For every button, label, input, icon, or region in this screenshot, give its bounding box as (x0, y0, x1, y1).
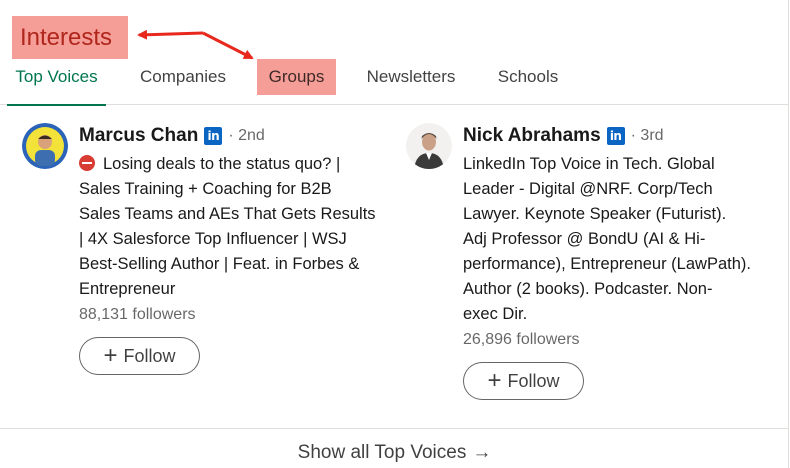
linkedin-icon: in (204, 127, 223, 145)
follower-count: 26,896 followers (463, 331, 580, 348)
show-all-top-voices-link[interactable]: Show all Top Voices → (0, 428, 789, 468)
follow-button[interactable]: + Follow (463, 362, 584, 400)
tab-groups[interactable]: Groups (257, 59, 336, 95)
person-name[interactable]: Nick Abrahams (463, 125, 601, 147)
interests-card: Interests Top Voices Companies Groups Ne… (0, 0, 789, 468)
annotation-arrow-left (137, 29, 204, 40)
tab-newsletters[interactable]: Newsletters (356, 59, 466, 105)
connection-degree: · 2nd (228, 127, 265, 144)
section-title: Interests (12, 16, 128, 59)
tab-companies[interactable]: Companies (128, 59, 238, 105)
follower-count: 88,131 followers (79, 306, 196, 323)
avatar[interactable] (406, 123, 452, 169)
connection-degree: · 3rd (630, 127, 664, 144)
person-info: Nick Abrahams in · 3rd LinkedIn Top Voic… (463, 120, 773, 352)
interest-tabs: Top Voices Companies Groups Newsletters … (0, 59, 789, 106)
linkedin-icon: in (606, 127, 625, 145)
no-entry-icon (79, 155, 95, 171)
plus-icon: + (103, 342, 118, 369)
follow-button[interactable]: + Follow (79, 337, 200, 375)
person-photo-icon (22, 123, 68, 169)
annotation-arrow-right (202, 31, 254, 60)
avatar[interactable] (22, 123, 68, 169)
tab-schools[interactable]: Schools (487, 59, 569, 105)
person-headline: Losing deals to the status quo? | Sales … (79, 155, 376, 298)
person-headline: LinkedIn Top Voice in Tech. Global Leade… (463, 155, 751, 323)
arrow-right-icon: → (472, 442, 492, 463)
person-photo-icon (406, 123, 452, 169)
person-name[interactable]: Marcus Chan (79, 125, 198, 147)
tab-top-voices[interactable]: Top Voices (7, 59, 106, 106)
person-info: Marcus Chan in · 2nd Losing deals to the… (79, 120, 389, 327)
plus-icon: + (487, 367, 502, 394)
